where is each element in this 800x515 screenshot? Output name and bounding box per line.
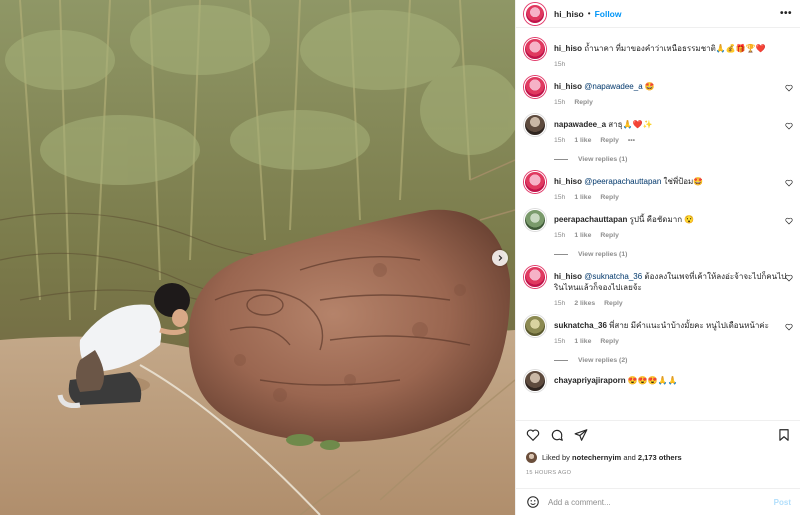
author-avatar[interactable] xyxy=(524,2,546,25)
comment-username[interactable]: chayapriyajiraporn xyxy=(554,376,626,385)
reply-button[interactable]: Reply xyxy=(600,137,619,144)
likes-and: and xyxy=(623,453,636,462)
avatar[interactable] xyxy=(524,370,546,392)
replies-line xyxy=(554,360,568,361)
heart-icon[interactable] xyxy=(785,274,793,282)
post-sidebar: hi_hiso • Follow ••• hi_hiso ถ้ำนาคา ที่… xyxy=(515,0,800,515)
view-replies-button[interactable]: View replies (1) xyxy=(554,156,793,163)
comment-username[interactable]: napawadee_a xyxy=(554,120,606,129)
heart-icon[interactable] xyxy=(785,84,793,92)
comment-username[interactable]: suknatcha_36 xyxy=(554,321,607,330)
comment-username[interactable]: hi_hiso xyxy=(554,44,582,53)
emoji-icon[interactable] xyxy=(526,495,540,509)
comment-username[interactable]: hi_hiso xyxy=(554,177,582,186)
view-replies-label: View replies (1) xyxy=(578,156,628,163)
comments-list[interactable]: hi_hiso ถ้ำนาคา ที่มาของคำว่าเหนือธรรมชา… xyxy=(516,32,800,418)
comment-likes[interactable]: 1 like xyxy=(574,194,591,201)
avatar[interactable] xyxy=(524,171,546,193)
comment-time[interactable]: 15h xyxy=(554,99,565,106)
heart-icon[interactable] xyxy=(785,217,793,225)
photo-scene xyxy=(0,0,515,515)
likes-others[interactable]: 2,173 others xyxy=(638,453,682,462)
view-replies-button[interactable]: View replies (1) xyxy=(554,251,793,258)
avatar[interactable] xyxy=(524,315,546,337)
comment-mention[interactable]: @suknatcha_36 xyxy=(584,272,642,281)
replies-line xyxy=(554,159,568,160)
add-comment-bar: Post xyxy=(516,488,800,515)
comment-likes[interactable]: 1 like xyxy=(574,137,591,144)
replies-line xyxy=(554,254,568,255)
list-item: napawadee_a สาธุ🙏❤️✨ 15h 1 like Reply ••• xyxy=(524,108,793,144)
comment-mention[interactable]: @napawadee_a xyxy=(584,82,642,91)
reply-button[interactable]: Reply xyxy=(604,300,623,307)
list-item: suknatcha_36 พี่สาย มีคำแนะนำบ้างมั้ยคะ … xyxy=(524,309,793,345)
avatar[interactable] xyxy=(524,266,546,288)
reply-button[interactable]: Reply xyxy=(600,194,619,201)
likes-summary: Liked by notechernyim and 2,173 others xyxy=(526,452,682,463)
heart-icon[interactable] xyxy=(526,428,540,442)
comment-time[interactable]: 15h xyxy=(554,232,565,239)
comment-icon[interactable] xyxy=(550,428,564,442)
comment-likes[interactable]: 1 like xyxy=(574,232,591,239)
comment-username[interactable]: peerapachauttapan xyxy=(554,215,627,224)
comment-mention[interactable]: @peerapachauttapan xyxy=(584,177,661,186)
liker-username[interactable]: notechernyim xyxy=(572,453,621,462)
reply-button[interactable]: Reply xyxy=(600,338,619,345)
post-header: hi_hiso • Follow ••• xyxy=(516,0,800,28)
post-actions xyxy=(516,420,800,448)
caption: hi_hiso ถ้ำนาคา ที่มาของคำว่าเหนือธรรมชา… xyxy=(524,32,793,68)
reply-button[interactable]: Reply xyxy=(574,99,593,106)
author-username[interactable]: hi_hiso xyxy=(554,9,584,19)
share-icon[interactable] xyxy=(574,428,588,442)
post-comment-button[interactable]: Post xyxy=(774,498,791,507)
comment-text: สาธุ🙏❤️✨ xyxy=(608,120,653,129)
comment-text: 🤩 xyxy=(642,82,655,91)
post-timestamp[interactable]: 15 HOURS AGO xyxy=(526,470,571,476)
header-separator: • xyxy=(587,9,591,18)
avatar[interactable] xyxy=(524,114,546,136)
view-replies-button[interactable]: View replies (2) xyxy=(554,357,793,364)
comment-time[interactable]: 15h xyxy=(554,194,565,201)
heart-icon[interactable] xyxy=(785,323,793,331)
heart-icon[interactable] xyxy=(785,179,793,187)
list-item: peerapachauttapan รูปนี้ คือชัดมาก 😯 15h… xyxy=(524,203,793,239)
list-item: hi_hiso @suknatcha_36 ต้องลงในเพจที่เค้า… xyxy=(524,260,793,307)
post-photo[interactable] xyxy=(0,0,515,515)
list-item: hi_hiso @peerapachauttapan ใช่พี่ป้อม🤩 1… xyxy=(524,165,793,201)
comment-likes[interactable]: 2 likes xyxy=(574,300,595,307)
follow-button[interactable]: Follow xyxy=(595,9,622,19)
view-replies-label: View replies (2) xyxy=(578,357,628,364)
comment-username[interactable]: hi_hiso xyxy=(554,82,582,91)
comment-input[interactable] xyxy=(548,497,774,507)
bookmark-icon[interactable] xyxy=(777,428,791,442)
comment-time[interactable]: 15h xyxy=(554,300,565,307)
avatar[interactable] xyxy=(524,209,546,231)
reply-button[interactable]: Reply xyxy=(600,232,619,239)
comment-time[interactable]: 15h xyxy=(554,338,565,345)
list-item: chayapriyajiraporn 😍😍😍🙏🙏 xyxy=(524,364,793,392)
comment-text: ใช่พี่ป้อม🤩 xyxy=(661,177,704,186)
list-item: hi_hiso @napawadee_a 🤩 15h Reply xyxy=(524,70,793,106)
comment-text: รูปนี้ คือชัดมาก 😯 xyxy=(629,215,695,224)
comment-likes[interactable]: 1 like xyxy=(574,338,591,345)
comment-text: พี่สาย มีคำแนะนำบ้างมั้ยคะ หนูไปเดือนหน้… xyxy=(609,321,769,330)
comment-time[interactable]: 15h xyxy=(554,61,565,68)
next-photo-button[interactable] xyxy=(492,250,508,266)
comment-options-button[interactable]: ••• xyxy=(628,137,635,144)
view-replies-label: View replies (1) xyxy=(578,251,628,258)
avatar[interactable] xyxy=(524,38,546,60)
avatar[interactable] xyxy=(524,76,546,98)
comment-username[interactable]: hi_hiso xyxy=(554,272,582,281)
comment-text: ถ้ำนาคา ที่มาของคำว่าเหนือธรรมชาติ🙏💰🎁🏆❤️ xyxy=(584,44,766,53)
chevron-right-icon xyxy=(498,255,503,261)
comment-time[interactable]: 15h xyxy=(554,137,565,144)
heart-icon[interactable] xyxy=(785,122,793,130)
comment-text: 😍😍😍🙏🙏 xyxy=(627,376,678,385)
liker-avatar[interactable] xyxy=(526,452,537,463)
likes-prefix: Liked by xyxy=(542,453,570,462)
more-options-button[interactable]: ••• xyxy=(780,8,792,19)
